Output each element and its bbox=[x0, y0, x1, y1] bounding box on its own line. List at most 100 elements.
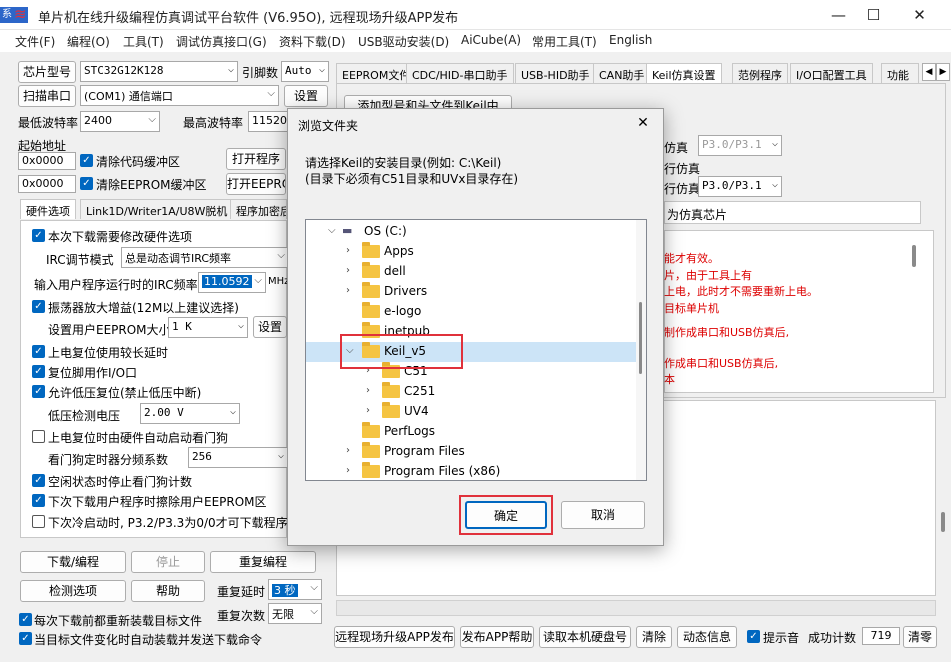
eeprom-size-select[interactable]: 1 K ⌵ bbox=[168, 317, 248, 338]
menu-program[interactable]: 编程(O) bbox=[67, 33, 110, 50]
repeat-count-select[interactable]: 无限 ⌵ bbox=[268, 603, 322, 624]
read-disk-button[interactable]: 读取本机硬盘号 bbox=[539, 626, 631, 648]
browse-folder-dialog: 浏览文件夹 ✕ 请选择Keil的安装目录(例如: C:\Keil) (目录下必须… bbox=[287, 108, 664, 546]
chevron-down-icon: ⌵ bbox=[229, 406, 236, 417]
auto-watchdog-checkbox[interactable] bbox=[32, 430, 45, 443]
sim-port-select-3[interactable]: P3.0/P3.1 ⌵ bbox=[698, 176, 782, 197]
stop-button[interactable]: 停止 bbox=[131, 551, 205, 573]
scan-port-button[interactable]: 扫描串口 bbox=[18, 85, 76, 107]
chevron-right-icon[interactable]: › bbox=[366, 405, 370, 416]
log-scrollbar-thumb[interactable] bbox=[941, 512, 945, 532]
tab-scroll-left-icon[interactable]: ◀ bbox=[922, 63, 936, 81]
tone-checkbox[interactable]: ✓ bbox=[747, 630, 760, 643]
chevron-down-icon: ⌵ bbox=[277, 450, 284, 461]
long-delay-checkbox[interactable]: ✓ bbox=[32, 345, 45, 358]
download-program-button[interactable]: 下载/编程 bbox=[20, 551, 126, 573]
chevron-right-icon[interactable]: › bbox=[346, 285, 350, 296]
chevron-down-icon: ⌵ bbox=[310, 582, 318, 593]
tab-more[interactable]: 功能 bbox=[881, 63, 919, 83]
publish-app-button[interactable]: 远程现场升级APP发布 bbox=[334, 626, 455, 648]
auto-watchdog-label: 上电复位时由硬件自动启动看门狗 bbox=[48, 431, 229, 445]
low-voltage-select[interactable]: 2.00 V ⌵ bbox=[140, 403, 240, 424]
cold-start-checkbox[interactable] bbox=[32, 515, 45, 528]
open-eeprom-button[interactable]: 打开EEPRO bbox=[226, 173, 286, 195]
menu-common-tools[interactable]: 常用工具(T) bbox=[532, 33, 597, 50]
dialog-close-icon[interactable]: ✕ bbox=[628, 111, 658, 135]
tab-cdc-hid-serial[interactable]: CDC/HID-串口助手 bbox=[406, 63, 514, 83]
code-address-input[interactable]: 0x0000 bbox=[18, 152, 76, 170]
chevron-down-icon: ⌵ bbox=[254, 275, 262, 286]
low-voltage-label: 低压检测电压 bbox=[48, 409, 121, 423]
cancel-button[interactable]: 取消 bbox=[561, 501, 645, 529]
chip-type-select[interactable]: STC32G12K128 ⌵ bbox=[80, 61, 238, 82]
port-select[interactable]: (COM1) 通信端口 ⌵ bbox=[80, 85, 279, 106]
set-sim-chip-button[interactable]: 为仿真芯片 bbox=[664, 201, 921, 224]
tree-scrollbar-thumb[interactable] bbox=[639, 302, 642, 374]
auto-load-checkbox[interactable]: ✓ bbox=[19, 632, 32, 645]
chip-type-button[interactable]: 芯片型号 bbox=[18, 61, 76, 83]
modify-hardware-checkbox[interactable]: ✓ bbox=[32, 229, 45, 242]
chevron-down-icon: ⌵ bbox=[310, 606, 318, 617]
eeprom-address-input[interactable]: 0x0000 bbox=[18, 175, 76, 193]
tab-encryption[interactable]: 程序加密后 bbox=[230, 199, 287, 219]
close-button[interactable]: ✕ bbox=[897, 0, 942, 30]
tab-examples[interactable]: 范例程序 bbox=[732, 63, 788, 83]
tab-can[interactable]: CAN助手 bbox=[593, 63, 651, 83]
low-voltage-reset-checkbox[interactable]: ✓ bbox=[32, 385, 45, 398]
eeprom-set-button[interactable]: 设置 bbox=[253, 316, 287, 338]
menu-download[interactable]: 资料下载(D) bbox=[279, 33, 346, 50]
tab-eeprom-file[interactable]: EEPROM文件 bbox=[336, 63, 417, 83]
folder-icon bbox=[382, 402, 400, 418]
reset-count-button[interactable]: 清零 bbox=[903, 626, 937, 648]
menu-debug[interactable]: 调试仿真接口(G) bbox=[176, 33, 267, 50]
repeat-delay-select[interactable]: 3 秒 ⌵ bbox=[268, 579, 322, 600]
reload-checkbox[interactable]: ✓ bbox=[19, 613, 32, 626]
chevron-right-icon[interactable]: › bbox=[346, 465, 350, 476]
tab-keil-sim[interactable]: Keil仿真设置 bbox=[646, 63, 722, 83]
dialog-prompt-line-2: (目录下必须有C51目录和UVx目录存在) bbox=[305, 172, 519, 186]
irc-mode-select[interactable]: 总是动态调节IRC频率 ⌵ bbox=[121, 247, 289, 268]
help-button[interactable]: 帮助 bbox=[131, 580, 205, 602]
erase-eeprom-checkbox[interactable]: ✓ bbox=[32, 494, 45, 507]
ok-button[interactable]: 确定 bbox=[465, 501, 547, 529]
publish-help-button[interactable]: 发布APP帮助 bbox=[460, 626, 534, 648]
notes-scrollbar[interactable] bbox=[912, 245, 916, 267]
reset-io-checkbox[interactable]: ✓ bbox=[32, 365, 45, 378]
clear-log-button[interactable]: 清除 bbox=[636, 626, 672, 648]
menu-file[interactable]: 文件(F) bbox=[15, 33, 55, 50]
chevron-right-icon[interactable]: › bbox=[346, 265, 350, 276]
menu-aicube[interactable]: AiCube(A) bbox=[461, 33, 521, 47]
sim-port-select-1[interactable]: P3.0/P3.1 ⌵ bbox=[698, 135, 782, 156]
idle-watchdog-checkbox[interactable]: ✓ bbox=[32, 474, 45, 487]
success-count-value: 719 bbox=[862, 627, 900, 645]
pin-count-select[interactable]: Auto ⌵ bbox=[281, 61, 329, 82]
tab-hardware-options[interactable]: 硬件选项 bbox=[20, 199, 76, 219]
repeat-program-button[interactable]: 重复编程 bbox=[210, 551, 316, 573]
clear-code-checkbox[interactable]: ✓ bbox=[80, 154, 93, 167]
maximize-button[interactable]: ☐ bbox=[851, 0, 896, 30]
notes-text: 能才有效。 片，由于工具上有 上电，此时才不需要重新上电。 目标单片机 制作成串… bbox=[664, 251, 818, 389]
chevron-right-icon[interactable]: › bbox=[346, 245, 350, 256]
max-baud-select[interactable]: 115200 bbox=[248, 111, 290, 132]
chevron-down-icon[interactable]: ⌵ bbox=[328, 225, 336, 236]
irc-freq-select[interactable]: 11.0592 ⌵ bbox=[198, 272, 266, 293]
tab-scroll-right-icon[interactable]: ▶ bbox=[936, 63, 950, 81]
dynamic-info-button[interactable]: 动态信息 bbox=[677, 626, 737, 648]
tab-offline-writer[interactable]: Link1D/Writer1A/U8W脱机 bbox=[80, 199, 234, 219]
menu-usb-driver[interactable]: USB驱动安装(D) bbox=[358, 33, 449, 50]
clear-eeprom-checkbox[interactable]: ✓ bbox=[80, 177, 93, 190]
detect-options-button[interactable]: 检测选项 bbox=[20, 580, 126, 602]
menu-english[interactable]: English bbox=[609, 33, 652, 47]
log-scrollbar[interactable] bbox=[936, 400, 950, 596]
watchdog-divider-select[interactable]: 256 ⌵ bbox=[188, 447, 288, 468]
open-program-button[interactable]: 打开程序 bbox=[226, 148, 286, 170]
chevron-right-icon[interactable]: › bbox=[346, 445, 350, 456]
port-settings-button[interactable]: 设置 bbox=[284, 85, 328, 107]
menu-tools[interactable]: 工具(T) bbox=[123, 33, 164, 50]
chevron-right-icon[interactable]: › bbox=[366, 385, 370, 396]
repeat-count-label: 重复次数 bbox=[217, 609, 266, 623]
tab-usb-hid[interactable]: USB-HID助手 bbox=[515, 63, 596, 83]
min-baud-select[interactable]: 2400 ⌵ bbox=[80, 111, 160, 132]
osc-gain-checkbox[interactable]: ✓ bbox=[32, 300, 45, 313]
tab-io-config[interactable]: I/O口配置工具 bbox=[790, 63, 873, 83]
